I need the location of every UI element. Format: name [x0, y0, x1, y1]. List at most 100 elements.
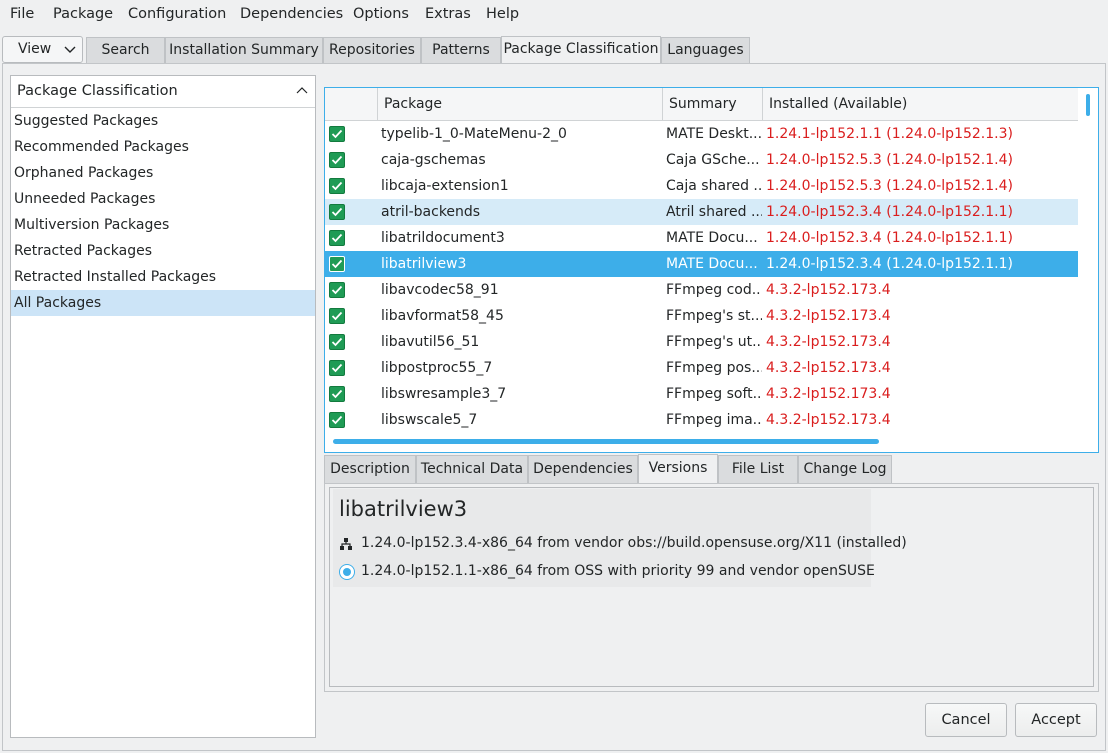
horizontal-scrollbar-thumb[interactable] [333, 439, 879, 444]
classification-item-recommended[interactable]: Recommended Packages [11, 134, 315, 160]
tab-description[interactable]: Description [324, 455, 416, 483]
checkbox-installed[interactable] [329, 126, 345, 142]
package-summary: FFmpeg's ut... [666, 334, 762, 350]
package-name: libcaja-extension1 [381, 178, 509, 194]
checkbox-installed[interactable] [329, 204, 345, 220]
classification-item-retracted-installed[interactable]: Retracted Installed Packages [11, 264, 315, 290]
classification-title: Package Classification [17, 83, 178, 99]
package-summary: FFmpeg cod... [666, 282, 762, 298]
tab-dependencies[interactable]: Dependencies [528, 455, 638, 483]
package-summary: MATE Docu... [666, 256, 758, 272]
package-version: 1.24.0-lp152.3.4 (1.24.0-lp152.1.1) [766, 230, 1013, 246]
package-summary: MATE Deskt... [666, 126, 762, 142]
table-row[interactable]: caja-gschemas Caja GSche... 1.24.0-lp152… [325, 147, 1078, 173]
table-row[interactable]: libswscale5_7 FFmpeg ima... 4.3.2-lp152.… [325, 407, 1078, 433]
column-header-status[interactable] [325, 88, 377, 121]
table-row[interactable]: atril-backends Atril shared ... 1.24.0-l… [325, 199, 1078, 225]
package-name: libavutil56_51 [381, 334, 480, 350]
package-summary: FFmpeg ima... [666, 412, 762, 428]
classification-item-orphaned[interactable]: Orphaned Packages [11, 160, 315, 186]
package-summary: Caja shared ... [666, 178, 762, 194]
menu-dependencies[interactable]: Dependencies [240, 6, 343, 22]
checkmark-icon [331, 285, 343, 295]
checkbox-installed[interactable] [329, 256, 345, 272]
checkbox-installed[interactable] [329, 386, 345, 402]
tab-search[interactable]: Search [86, 37, 165, 63]
view-dropdown[interactable]: View [2, 36, 83, 63]
package-title: libatrilview3 [339, 497, 468, 521]
checkmark-icon [331, 389, 343, 399]
cancel-button[interactable]: Cancel [925, 703, 1007, 737]
package-name: libswscale5_7 [381, 412, 478, 428]
checkmark-icon [331, 363, 343, 373]
classification-item-suggested[interactable]: Suggested Packages [11, 108, 315, 134]
table-row[interactable]: libswresample3_7 FFmpeg soft... 4.3.2-lp… [325, 381, 1078, 407]
column-header-package[interactable]: Package [377, 88, 662, 121]
checkbox-installed[interactable] [329, 412, 345, 428]
package-version: 4.3.2-lp152.173.4 [766, 412, 891, 428]
checkmark-icon [331, 207, 343, 217]
table-row[interactable]: libavcodec58_91 FFmpeg cod... 4.3.2-lp15… [325, 277, 1078, 303]
package-version: 1.24.1-lp152.1.1 (1.24.0-lp152.1.3) [766, 126, 1013, 142]
checkmark-icon [331, 415, 343, 425]
checkbox-installed[interactable] [329, 334, 345, 350]
menu-package[interactable]: Package [53, 6, 113, 22]
package-version: 1.24.0-lp152.3.4 (1.24.0-lp152.1.1) [766, 204, 1013, 220]
table-row[interactable]: libatrildocument3 MATE Docu... 1.24.0-lp… [325, 225, 1078, 251]
checkbox-installed[interactable] [329, 230, 345, 246]
table-row[interactable]: libavutil56_51 FFmpeg's ut... 4.3.2-lp15… [325, 329, 1078, 355]
column-header-installed[interactable]: Installed (Available) [762, 88, 1078, 121]
menu-options[interactable]: Options [353, 6, 409, 22]
checkbox-installed[interactable] [329, 282, 345, 298]
tab-change-log[interactable]: Change Log [798, 455, 892, 483]
table-row[interactable]: libpostproc55_7 FFmpeg pos... 4.3.2-lp15… [325, 355, 1078, 381]
accept-button[interactable]: Accept [1015, 703, 1097, 737]
classification-item-multiversion[interactable]: Multiversion Packages [11, 212, 315, 238]
menu-help[interactable]: Help [486, 6, 519, 22]
table-row[interactable]: typelib-1_0-MateMenu-2_0 MATE Deskt... 1… [325, 121, 1078, 147]
package-name: typelib-1_0-MateMenu-2_0 [381, 126, 567, 142]
checkmark-icon [331, 155, 343, 165]
chevron-down-icon [64, 46, 76, 53]
tab-languages[interactable]: Languages [661, 37, 750, 63]
tab-installation-summary[interactable]: Installation Summary [165, 37, 323, 63]
classification-item-unneeded[interactable]: Unneeded Packages [11, 186, 315, 212]
package-version: 4.3.2-lp152.173.4 [766, 386, 891, 402]
tab-file-list[interactable]: File List [718, 455, 798, 483]
classification-header[interactable]: Package Classification [11, 76, 315, 108]
tab-patterns[interactable]: Patterns [421, 37, 501, 63]
package-summary: FFmpeg soft... [666, 386, 762, 402]
installed-version-text: 1.24.0-lp152.3.4-x86_64 from vendor obs:… [361, 535, 907, 551]
classification-item-all[interactable]: All Packages [11, 290, 315, 316]
tab-package-classification[interactable]: Package Classification [501, 36, 661, 64]
package-version: 4.3.2-lp152.173.4 [766, 308, 891, 324]
vertical-scrollbar-thumb[interactable] [1086, 94, 1090, 116]
menu-file[interactable]: File [10, 6, 34, 22]
tab-versions[interactable]: Versions [638, 454, 718, 484]
checkbox-installed[interactable] [329, 152, 345, 168]
checkmark-icon [331, 259, 343, 269]
checkmark-icon [331, 311, 343, 321]
tab-technical-data[interactable]: Technical Data [416, 455, 528, 483]
package-name: caja-gschemas [381, 152, 486, 168]
checkbox-installed[interactable] [329, 360, 345, 376]
chevron-up-icon [296, 87, 308, 94]
radio-dot [343, 568, 351, 576]
detail-panel: libatrilview3 1.24.0-lp152.3.4-x86_64 fr… [324, 483, 1099, 692]
checkbox-installed[interactable] [329, 308, 345, 324]
column-header-summary[interactable]: Summary [662, 88, 762, 121]
package-version: 4.3.2-lp152.173.4 [766, 360, 891, 376]
vertical-scrollbar[interactable] [1080, 88, 1098, 452]
table-row[interactable]: libcaja-extension1 Caja shared ... 1.24.… [325, 173, 1078, 199]
tab-repositories[interactable]: Repositories [323, 37, 421, 63]
menu-configuration[interactable]: Configuration [128, 6, 226, 22]
table-row-selected[interactable]: libatrilview3 MATE Docu... 1.24.0-lp152.… [325, 251, 1078, 277]
checkmark-icon [331, 337, 343, 347]
version-radio[interactable] [339, 564, 355, 580]
menu-extras[interactable]: Extras [425, 6, 471, 22]
package-summary: FFmpeg pos... [666, 360, 762, 376]
checkbox-installed[interactable] [329, 178, 345, 194]
table-row[interactable]: libavformat58_45 FFmpeg's st... 4.3.2-lp… [325, 303, 1078, 329]
package-summary: MATE Docu... [666, 230, 758, 246]
classification-item-retracted[interactable]: Retracted Packages [11, 238, 315, 264]
